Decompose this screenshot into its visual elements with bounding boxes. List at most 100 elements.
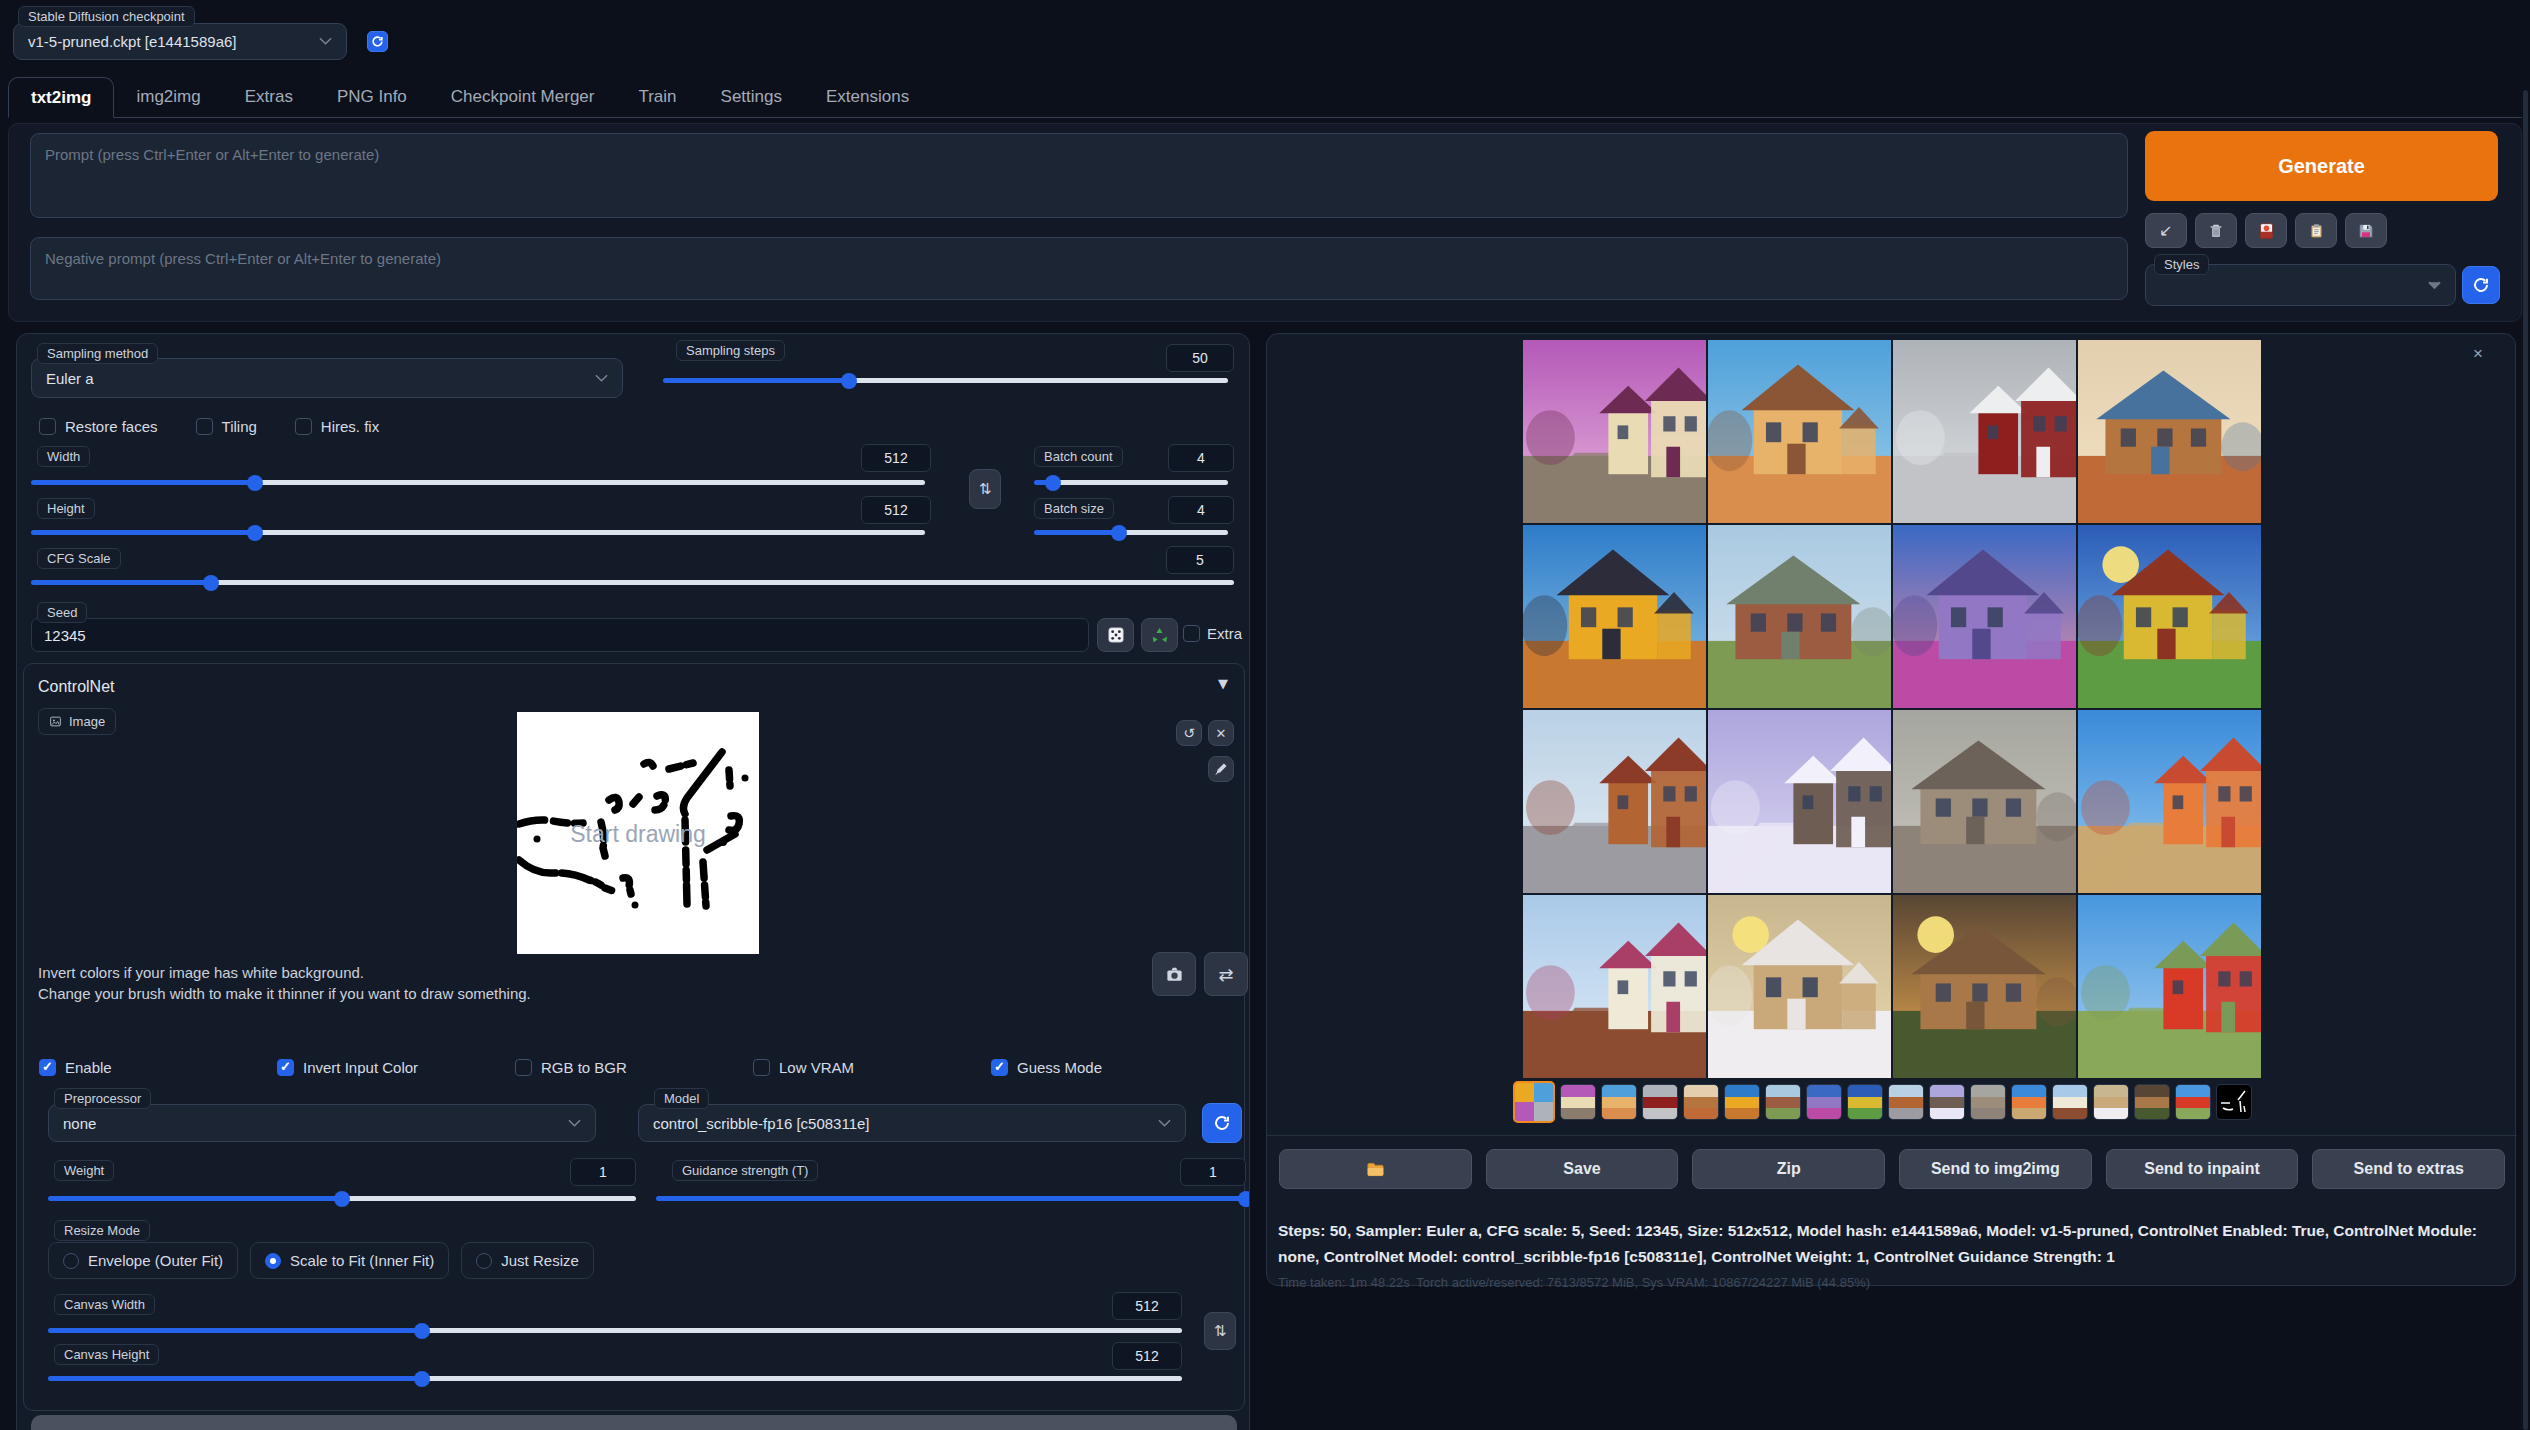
hires-fix-option[interactable]: Hires. fix	[295, 418, 379, 435]
save-button[interactable]: Save	[1486, 1149, 1679, 1189]
thumbnail-11[interactable]	[1970, 1084, 2006, 1120]
seed-input[interactable]: 12345	[31, 618, 1089, 652]
extra-networks-button[interactable]	[2245, 213, 2287, 248]
zip-button[interactable]: Zip	[1692, 1149, 1885, 1189]
enable-option[interactable]: Enable	[39, 1059, 277, 1076]
image-tab-chip[interactable]: Image	[38, 708, 116, 735]
width-value[interactable]: 512	[861, 444, 931, 472]
sampling-steps-value[interactable]: 50	[1166, 344, 1234, 372]
generated-image-7[interactable]	[1893, 525, 2076, 708]
tab-png-info[interactable]: PNG Info	[315, 76, 429, 117]
restore-faces-checkbox[interactable]	[39, 418, 56, 435]
thumbnail-3[interactable]	[1642, 1084, 1678, 1120]
thumbnail-scribble[interactable]	[2216, 1084, 2252, 1120]
tab-txt2img[interactable]: txt2img	[8, 77, 114, 118]
invert-input-color-checkbox[interactable]	[277, 1059, 294, 1076]
prompt-input[interactable]	[30, 133, 2128, 218]
canvas-height-value[interactable]: 512	[1112, 1342, 1182, 1370]
thumbnail-6[interactable]	[1765, 1084, 1801, 1120]
weight-value[interactable]: 1	[570, 1158, 636, 1186]
gallery-close-button[interactable]: ×	[2473, 344, 2483, 364]
tab-checkpoint-merger[interactable]: Checkpoint Merger	[429, 76, 617, 117]
resize-option-envelope-outer-fit-[interactable]: Envelope (Outer Fit)	[48, 1242, 238, 1279]
model-select[interactable]: control_scribble-fp16 [c508311e]	[638, 1104, 1186, 1142]
canvas-width-value[interactable]: 512	[1112, 1292, 1182, 1320]
script-section-bar[interactable]	[31, 1415, 1237, 1430]
generated-image-14[interactable]	[1708, 895, 1891, 1078]
thumbnail-14[interactable]	[2093, 1084, 2129, 1120]
model-refresh-button[interactable]	[1202, 1103, 1242, 1143]
extra-seed-checkbox[interactable]	[1183, 625, 1200, 642]
rgb-to-bgr-checkbox[interactable]	[515, 1059, 532, 1076]
rgb-to-bgr-option[interactable]: RGB to BGR	[515, 1059, 753, 1076]
enable-checkbox[interactable]	[39, 1059, 56, 1076]
guess-mode-option[interactable]: Guess Mode	[991, 1059, 1229, 1076]
save-style-button[interactable]	[2345, 213, 2387, 248]
batch-size-slider[interactable]	[1034, 530, 1228, 535]
thumbnail-5[interactable]	[1724, 1084, 1760, 1120]
webcam-button[interactable]	[1152, 952, 1196, 996]
brush-button[interactable]	[1208, 756, 1234, 782]
negative-prompt-input[interactable]	[30, 237, 2128, 300]
thumbnail-7[interactable]	[1806, 1084, 1842, 1120]
random-seed-button[interactable]	[1097, 618, 1134, 652]
tiling-option[interactable]: Tiling	[196, 418, 257, 435]
thumbnail-15[interactable]	[2134, 1084, 2170, 1120]
batch-count-slider[interactable]	[1034, 480, 1228, 485]
generated-image-15[interactable]	[1893, 895, 2076, 1078]
weight-slider[interactable]	[48, 1196, 636, 1201]
thumbnail-8[interactable]	[1847, 1084, 1883, 1120]
paste-arrow-button[interactable]: ↙	[2145, 213, 2187, 248]
sampling-steps-slider[interactable]	[663, 378, 1228, 383]
batch-size-value[interactable]: 4	[1168, 496, 1234, 524]
hires-fix-checkbox[interactable]	[295, 418, 312, 435]
generated-image-2[interactable]	[1708, 340, 1891, 523]
preprocessor-select[interactable]: none	[48, 1104, 596, 1142]
thumbnail-2[interactable]	[1601, 1084, 1637, 1120]
tiling-checkbox[interactable]	[196, 418, 213, 435]
clear-prompt-button[interactable]	[2195, 213, 2237, 248]
generated-image-9[interactable]	[1523, 710, 1706, 893]
apply-style-button[interactable]	[2295, 213, 2337, 248]
generated-image-1[interactable]	[1523, 340, 1706, 523]
undo-button[interactable]: ↺	[1176, 720, 1202, 746]
resize-option-scale-to-fit-inner-fit-[interactable]: Scale to Fit (Inner Fit)	[250, 1242, 449, 1279]
extra-seed-option[interactable]: Extra	[1183, 625, 1242, 642]
send-to-inpaint-button[interactable]: Send to inpaint	[2106, 1149, 2299, 1189]
width-slider[interactable]	[31, 480, 925, 485]
generated-image-6[interactable]	[1708, 525, 1891, 708]
checkpoint-refresh-button[interactable]	[367, 31, 388, 52]
generated-image-11[interactable]	[1893, 710, 2076, 893]
low-vram-option[interactable]: Low VRAM	[753, 1059, 991, 1076]
generated-image-8[interactable]	[2078, 525, 2261, 708]
cfg-scale-value[interactable]: 5	[1166, 546, 1234, 574]
tab-extensions[interactable]: Extensions	[804, 76, 931, 117]
resize-option-just-resize[interactable]: Just Resize	[461, 1242, 594, 1279]
styles-refresh-button[interactable]	[2462, 266, 2500, 304]
sampling-method-select[interactable]: Euler a	[31, 358, 623, 398]
scrollbar[interactable]	[2523, 90, 2528, 1430]
tab-extras[interactable]: Extras	[223, 76, 315, 117]
guess-mode-checkbox[interactable]	[991, 1059, 1008, 1076]
swap-canvas-dimensions-button[interactable]: ⇅	[1204, 1312, 1236, 1350]
send-to-extras-button[interactable]: Send to extras	[2312, 1149, 2505, 1189]
generated-image-12[interactable]	[2078, 710, 2261, 893]
generate-button[interactable]: Generate	[2145, 131, 2498, 201]
thumbnail-9[interactable]	[1888, 1084, 1924, 1120]
generated-image-13[interactable]	[1523, 895, 1706, 1078]
guidance-slider[interactable]	[656, 1196, 1246, 1201]
thumbnail-16[interactable]	[2175, 1084, 2211, 1120]
generated-image-16[interactable]	[2078, 895, 2261, 1078]
mirror-button[interactable]: ⇄	[1204, 952, 1248, 996]
controlnet-canvas[interactable]: Start drawing	[517, 712, 759, 954]
collapse-arrow-icon[interactable]: ▼	[1218, 676, 1228, 691]
tab-settings[interactable]: Settings	[699, 76, 804, 117]
reuse-seed-button[interactable]	[1141, 618, 1178, 652]
generated-image-4[interactable]	[2078, 340, 2261, 523]
thumbnail-13[interactable]	[2052, 1084, 2088, 1120]
guidance-value[interactable]: 1	[1180, 1158, 1246, 1186]
canvas-width-slider[interactable]	[48, 1328, 1182, 1333]
thumbnail-1[interactable]	[1560, 1084, 1596, 1120]
low-vram-checkbox[interactable]	[753, 1059, 770, 1076]
swap-dimensions-button[interactable]: ⇅	[969, 469, 1001, 509]
